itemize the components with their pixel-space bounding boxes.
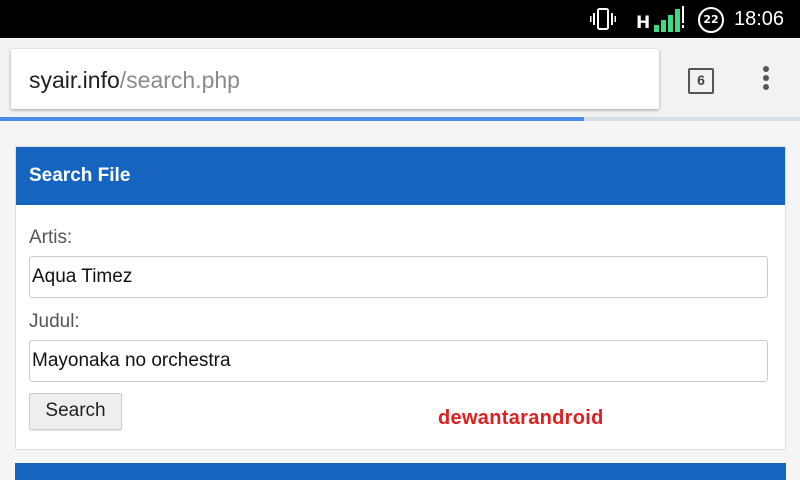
search-button[interactable]: Search [29, 393, 122, 430]
url-text: syair.info/search.php [29, 67, 240, 94]
battery-icon: 22 [698, 7, 724, 33]
url-path: /search.php [119, 67, 240, 93]
vibrate-icon [590, 8, 616, 30]
progress-fill [0, 117, 584, 121]
overflow-menu-icon[interactable] [754, 66, 778, 96]
next-panel-heading [15, 463, 786, 480]
artist-label: Artis: [29, 227, 73, 248]
title-label: Judul: [29, 311, 80, 332]
panel-title: Search File [16, 147, 785, 205]
network-type: H [636, 13, 651, 33]
search-file-panel: Search File Artis: Aqua Timez Judul: May… [15, 146, 786, 450]
page-load-progress [0, 117, 800, 121]
url-host: syair.info [29, 67, 120, 93]
title-input[interactable]: Mayonaka no orchestra [29, 340, 768, 382]
watermark-text: dewantarandroid [438, 407, 604, 429]
status-bar: H 22 18:06 [0, 0, 800, 38]
address-bar[interactable]: syair.info/search.php [11, 49, 659, 109]
artist-input[interactable]: Aqua Timez [29, 256, 768, 298]
tab-switcher-button[interactable]: 6 [688, 68, 714, 94]
signal-icon: H [636, 5, 692, 33]
browser-toolbar: syair.info/search.php 6 [0, 38, 800, 120]
status-clock: 18:06 [734, 8, 785, 30]
